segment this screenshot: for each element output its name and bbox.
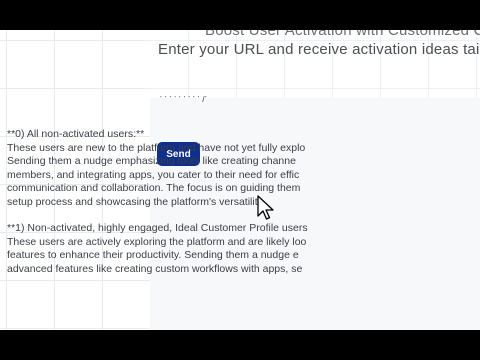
segment-line: members, and integrating apps, you cater… bbox=[7, 169, 347, 183]
output-segment: **0) All non-activated users:** These us… bbox=[7, 128, 347, 209]
segment-line: features to enhance their productivity. … bbox=[7, 249, 299, 261]
page-title: Boost User Activation with Customized Co… bbox=[205, 30, 480, 39]
activation-ideas-output: **0) All non-activated users:** These us… bbox=[7, 128, 347, 289]
url-input-fragment[interactable]: ' ' ' ' ' ' ' ' ' /' bbox=[160, 96, 207, 104]
segment-line: setup process and showcasing the platfor… bbox=[7, 195, 266, 208]
segment-line-part: members, and inte bbox=[7, 168, 94, 181]
output-segment: **1) Non-activated, highly engaged, Idea… bbox=[7, 222, 347, 276]
segment-heading: **0) All non-activated users:** bbox=[7, 128, 145, 140]
segment-line-part: Sending them a nu bbox=[7, 155, 96, 167]
segment-line-part: grating apps, you cater to their need fo… bbox=[93, 168, 300, 181]
segment-line: These users are new to the platform and … bbox=[7, 141, 306, 154]
segment-line-part: dge emphasizing tools like creating chan… bbox=[95, 155, 296, 167]
mouse-pointer-icon bbox=[257, 195, 274, 220]
segment-line: Sending them a nudge emphasizing tools l… bbox=[7, 155, 347, 169]
segment-line: communication and collaboration. The foc… bbox=[7, 182, 301, 194]
segment-line: These users are actively exploring the p… bbox=[7, 235, 307, 248]
page-subtitle: Enter your URL and receive activation id… bbox=[158, 41, 480, 58]
app-frame: Boost User Activation with Customized Co… bbox=[0, 30, 480, 330]
segment-line: advanced features like creating custom w… bbox=[7, 262, 303, 275]
segment-heading: **1) Non-activated, highly engaged, Idea… bbox=[7, 222, 308, 234]
